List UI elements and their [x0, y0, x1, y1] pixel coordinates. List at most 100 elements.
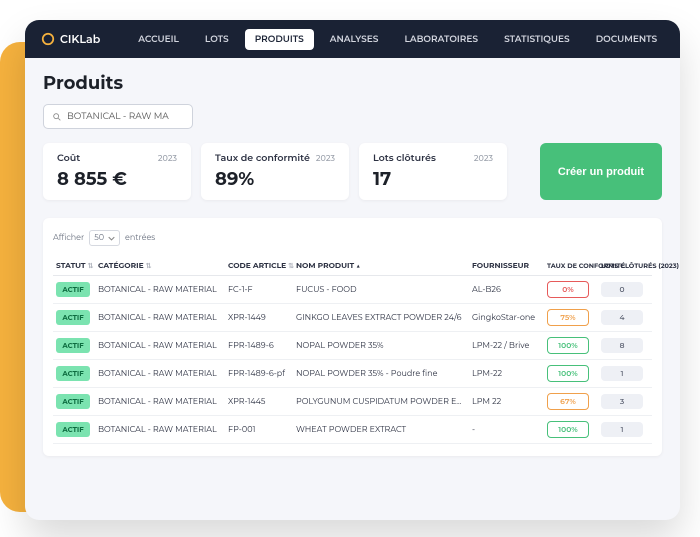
table-row[interactable]: ACTIF BOTANICAL - RAW MATERIALFPR-1489-6N…: [53, 332, 652, 360]
stat-conform-year: 2023: [316, 154, 335, 164]
table-row[interactable]: ACTIF BOTANICAL - RAW MATERIALXPR-1449GIN…: [53, 304, 652, 332]
table-header-row: STATUT⇅ CATÉGORIE⇅ CODE ARTICLE⇅ NOM PRO…: [53, 256, 652, 276]
closed-lots-pill: 3: [601, 394, 643, 409]
sort-icon: ⇅: [288, 261, 294, 270]
search-value: BOTANICAL - RAW MA: [67, 111, 169, 122]
stat-cost-value: 8 855 €: [57, 168, 177, 190]
conformity-pill: 100%: [547, 421, 589, 438]
cell-name: WHEAT POWDER EXTRACT: [293, 416, 469, 444]
stat-conformity: Taux de conformité 2023 89%: [201, 143, 349, 200]
nav-laboratoires[interactable]: LABORATOIRES: [394, 29, 488, 50]
cell-code: FPR-1489-6-pf: [225, 360, 293, 388]
sort-icon: ⇅: [88, 261, 94, 270]
th-supplier[interactable]: FOURNISSEUR: [469, 256, 544, 276]
sort-icon: ⇅: [146, 261, 152, 270]
stat-cost: Coût 2023 8 855 €: [43, 143, 191, 200]
status-badge: ACTIF: [56, 338, 90, 353]
status-badge: ACTIF: [56, 422, 90, 437]
sort-up-icon: ▲: [356, 261, 360, 270]
conformity-pill: 100%: [547, 365, 589, 382]
table-row[interactable]: ACTIF BOTANICAL - RAW MATERIALFP-001WHEAT…: [53, 416, 652, 444]
stat-closed-lots: Lots clôturés 2023 17: [359, 143, 507, 200]
cell-supplier: LPM-22: [469, 360, 544, 388]
navbar: CIKLab ACCUEIL LOTS PRODUITS ANALYSES LA…: [25, 20, 680, 58]
th-closed-lots[interactable]: LOTS CLÔTURÉS (2023): [598, 256, 652, 276]
table-row[interactable]: ACTIF BOTANICAL - RAW MATERIALFC-1-FFUCUS…: [53, 276, 652, 304]
cell-name: GINKGO LEAVES EXTRACT POWDER 24/6: [293, 304, 469, 332]
th-name[interactable]: NOM PRODUIT▲: [293, 256, 469, 276]
closed-lots-pill: 4: [601, 310, 643, 325]
nav-documents[interactable]: DOCUMENTS: [586, 29, 668, 50]
logo-icon: [41, 32, 55, 46]
cell-supplier: -: [469, 416, 544, 444]
closed-lots-pill: 0: [601, 282, 643, 297]
status-badge: ACTIF: [56, 310, 90, 325]
entries-suffix: entrées: [125, 233, 155, 243]
status-badge: ACTIF: [56, 282, 90, 297]
cell-supplier: AL-B26: [469, 276, 544, 304]
cell-code: XPR-1445: [225, 388, 293, 416]
products-table: STATUT⇅ CATÉGORIE⇅ CODE ARTICLE⇅ NOM PRO…: [53, 256, 652, 444]
cell-name: FUCUS - FOOD: [293, 276, 469, 304]
cell-code: XPR-1449: [225, 304, 293, 332]
brand-logo[interactable]: CIKLab: [41, 32, 100, 46]
nav-lots[interactable]: LOTS: [195, 29, 239, 50]
stat-conform-label: Taux de conformité: [215, 153, 310, 164]
cell-category: BOTANICAL - RAW MATERIAL: [95, 332, 225, 360]
cell-name: NOPAL POWDER 35%: [293, 332, 469, 360]
closed-lots-pill: 1: [601, 366, 643, 381]
cell-category: BOTANICAL - RAW MATERIAL: [95, 388, 225, 416]
closed-lots-pill: 1: [601, 422, 643, 437]
stat-cost-label: Coût: [57, 153, 80, 164]
products-table-card: Afficher 50 entrées STATUT⇅ CATÉGORIE⇅ C…: [43, 218, 662, 456]
nav-accueil[interactable]: ACCUEIL: [128, 29, 189, 50]
conformity-pill: 67%: [547, 393, 589, 410]
stat-closed-year: 2023: [474, 154, 493, 164]
cell-category: BOTANICAL - RAW MATERIAL: [95, 416, 225, 444]
entries-value: 50: [94, 233, 104, 243]
nav-produits[interactable]: PRODUITS: [245, 29, 314, 50]
page-title: Produits: [43, 72, 662, 94]
content-area: Produits BOTANICAL - RAW MA Coût 2023 8 …: [25, 58, 680, 470]
stat-closed-label: Lots clôturés: [373, 153, 436, 164]
stat-cost-year: 2023: [158, 154, 177, 164]
cell-name: POLYGUNUM CUSPIDATUM POWDER EXTRACT 10%: [293, 388, 469, 416]
closed-lots-pill: 8: [601, 338, 643, 353]
nav-analyses[interactable]: ANALYSES: [320, 29, 389, 50]
app-window: CIKLab ACCUEIL LOTS PRODUITS ANALYSES LA…: [25, 20, 680, 520]
entries-select[interactable]: 50: [89, 230, 120, 246]
conformity-pill: 75%: [547, 309, 589, 326]
nav-items: ACCUEIL LOTS PRODUITS ANALYSES LABORATOI…: [128, 29, 667, 50]
table-row[interactable]: ACTIF BOTANICAL - RAW MATERIALFPR-1489-6-…: [53, 360, 652, 388]
cell-name: NOPAL POWDER 35% - Poudre fine: [293, 360, 469, 388]
show-label: Afficher: [53, 233, 84, 243]
stat-conform-value: 89%: [215, 168, 335, 190]
cell-code: FC-1-F: [225, 276, 293, 304]
conformity-pill: 0%: [547, 281, 589, 298]
cell-supplier: LPM 22: [469, 388, 544, 416]
status-badge: ACTIF: [56, 366, 90, 381]
stat-closed-value: 17: [373, 168, 493, 190]
nav-statistiques[interactable]: STATISTIQUES: [494, 29, 580, 50]
search-icon: [52, 112, 62, 122]
cell-category: BOTANICAL - RAW MATERIAL: [95, 304, 225, 332]
create-product-button[interactable]: Créer un produit: [540, 143, 662, 200]
th-code[interactable]: CODE ARTICLE⇅: [225, 256, 293, 276]
cell-code: FP-001: [225, 416, 293, 444]
cell-category: BOTANICAL - RAW MATERIAL: [95, 360, 225, 388]
cell-category: BOTANICAL - RAW MATERIAL: [95, 276, 225, 304]
cell-code: FPR-1489-6: [225, 332, 293, 360]
search-input[interactable]: BOTANICAL - RAW MA: [43, 104, 193, 129]
entries-selector: Afficher 50 entrées: [53, 230, 652, 246]
chevron-down-icon: [108, 236, 115, 241]
th-conform-rate[interactable]: TAUX DE CONFORMITÉ: [544, 256, 598, 276]
status-badge: ACTIF: [56, 394, 90, 409]
brand-name: CIKLab: [60, 32, 100, 46]
conformity-pill: 100%: [547, 337, 589, 354]
stats-row: Coût 2023 8 855 € Taux de conformité 202…: [43, 143, 662, 200]
table-row[interactable]: ACTIF BOTANICAL - RAW MATERIALXPR-1445POL…: [53, 388, 652, 416]
cell-supplier: GingkoStar-one: [469, 304, 544, 332]
cell-supplier: LPM-22 / Brive: [469, 332, 544, 360]
th-category[interactable]: CATÉGORIE⇅: [95, 256, 225, 276]
th-status[interactable]: STATUT⇅: [53, 256, 95, 276]
